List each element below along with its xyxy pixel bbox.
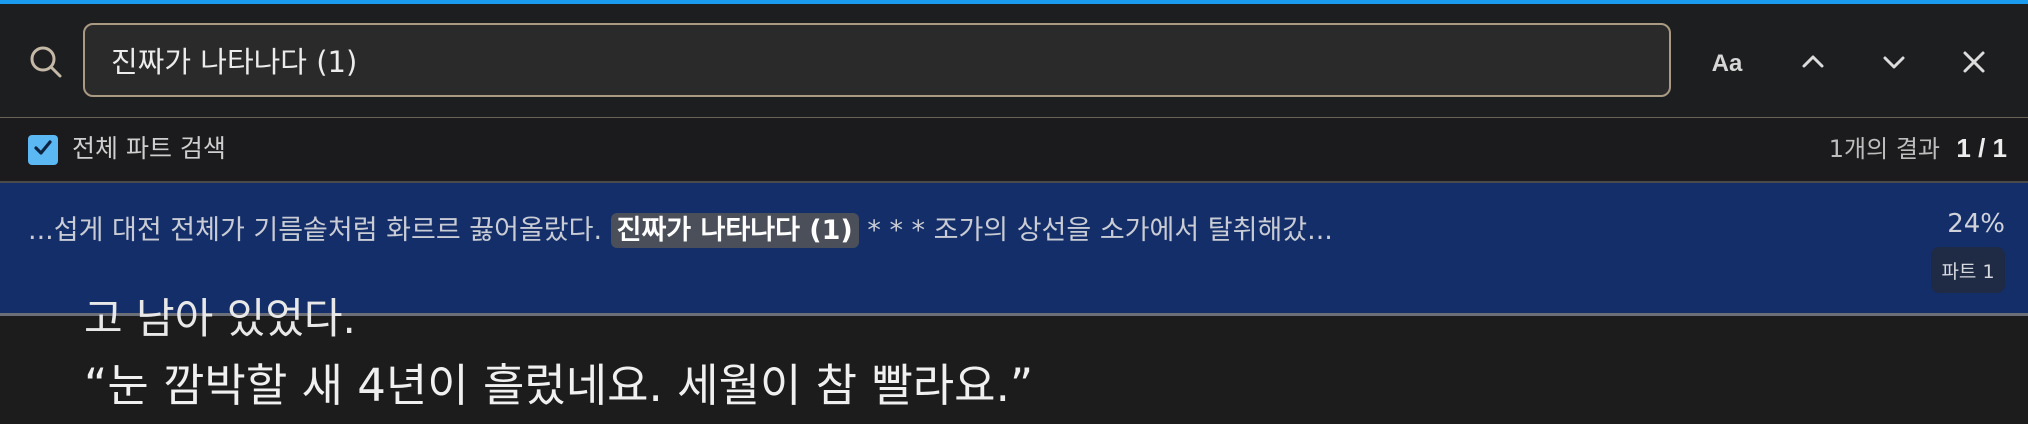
close-search-button[interactable] xyxy=(1950,40,1998,88)
result-position-percent: 24% xyxy=(1947,209,2005,239)
match-case-label: Aa xyxy=(1711,50,1743,77)
reader-text-line: “눈 깜박할 새 4년이 흘렀네요. 세월이 참 빨라요.” xyxy=(84,359,1034,412)
search-icon xyxy=(28,44,64,80)
chevron-down-icon xyxy=(1880,48,1908,80)
search-all-parts-checkbox[interactable] xyxy=(28,135,58,165)
chevron-up-icon xyxy=(1799,48,1827,80)
snippet-match-highlight: 진짜가 나타나다 (1) xyxy=(610,213,859,248)
search-bar: Aa xyxy=(0,4,2028,118)
result-index: 1 / 1 xyxy=(1956,133,2007,163)
search-all-parts-label[interactable]: 전체 파트 검색 xyxy=(72,132,226,166)
search-options-row: 전체 파트 검색 1개의 결과 1 / 1 xyxy=(0,118,2028,183)
result-part-badge: 파트 1 xyxy=(1931,247,2005,293)
checkmark-icon xyxy=(32,137,54,163)
next-result-button[interactable] xyxy=(1870,40,1918,88)
result-snippet: ...섭게 대전 전체가 기름솥처럼 화르르 끓어올랐다. 진짜가 나타나다 (… xyxy=(28,209,1333,253)
result-count: 1개의 결과 xyxy=(1828,135,1940,163)
snippet-before: ...섭게 대전 전체가 기름솥처럼 화르르 끓어올랐다. xyxy=(28,215,611,246)
find-in-book-panel: Aa xyxy=(0,0,2028,424)
close-icon xyxy=(1960,48,1988,80)
reader-content: 고 남아 있었다. “눈 깜박할 새 4년이 흘렀네요. 세월이 참 빨라요.” xyxy=(0,294,2028,424)
reader-partial-line: 고 남아 있었다. xyxy=(84,294,356,343)
previous-result-button[interactable] xyxy=(1789,40,1837,88)
search-input[interactable] xyxy=(83,23,1671,97)
snippet-after: * * * 조가의 상선을 소가에서 탈취해갔... xyxy=(858,215,1333,246)
match-case-button[interactable]: Aa xyxy=(1702,40,1752,88)
